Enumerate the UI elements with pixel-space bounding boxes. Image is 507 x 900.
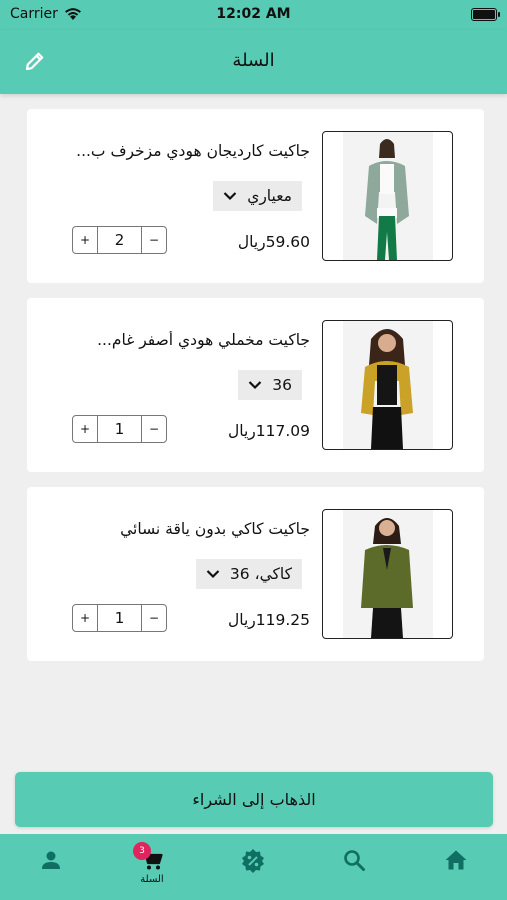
cart-item: جاكيت كارديجان هودي مزخرف ب... معياري 59…	[27, 109, 484, 283]
person-icon	[42, 851, 60, 869]
cart-item: جاكيت مخملي هودي أصفر غام... 36 117.09ري…	[27, 298, 484, 472]
quantity-stepper: + 2 −	[72, 226, 167, 254]
product-image[interactable]	[322, 131, 453, 261]
variant-selector[interactable]: معياري	[213, 181, 302, 211]
checkout-button[interactable]: الذهاب إلى الشراء	[15, 772, 493, 827]
status-bar: Carrier 12:02 AM	[0, 0, 507, 30]
tab-offers[interactable]	[233, 848, 273, 888]
increase-quantity-button[interactable]: +	[73, 605, 97, 631]
chevron-down-icon	[223, 191, 237, 201]
decrease-quantity-button[interactable]: −	[142, 605, 166, 631]
quantity-value: 2	[97, 227, 142, 253]
product-image[interactable]	[322, 320, 453, 450]
cart-item: جاكيت كاكي بدون ياقة نسائي كاكي، 36 119.…	[27, 487, 484, 661]
quantity-stepper: + 1 −	[72, 415, 167, 443]
product-photo	[342, 321, 433, 449]
decrease-quantity-button[interactable]: −	[142, 227, 166, 253]
product-photo	[342, 132, 433, 260]
cart-count-badge: 3	[133, 842, 151, 860]
product-price: 119.25ريال	[227, 611, 310, 629]
product-name[interactable]: جاكيت كاكي بدون ياقة نسائي	[50, 520, 310, 538]
decrease-quantity-button[interactable]: −	[142, 416, 166, 442]
discount-icon	[242, 849, 264, 873]
increase-quantity-button[interactable]: +	[73, 227, 97, 253]
status-time: 12:02 AM	[216, 6, 291, 22]
variant-label: معياري	[247, 187, 292, 205]
product-photo	[342, 510, 433, 638]
tab-search[interactable]	[334, 848, 374, 888]
search-icon	[344, 850, 365, 871]
tab-home[interactable]	[436, 848, 476, 888]
product-name[interactable]: جاكيت مخملي هودي أصفر غام...	[50, 331, 310, 349]
product-name[interactable]: جاكيت كارديجان هودي مزخرف ب...	[50, 142, 310, 160]
tab-bar: السلة 3	[0, 834, 507, 900]
tab-profile[interactable]	[31, 848, 71, 888]
variant-label: كاكي، 36	[229, 565, 292, 583]
product-price: 59.60ريال	[237, 233, 310, 251]
variant-selector[interactable]: كاكي، 36	[195, 559, 302, 589]
quantity-value: 1	[97, 416, 142, 442]
tab-cart-label: السلة	[140, 874, 164, 885]
home-icon	[445, 850, 467, 870]
product-image[interactable]	[322, 509, 453, 639]
variant-selector[interactable]: 36	[238, 370, 302, 400]
quantity-stepper: + 1 −	[72, 604, 167, 632]
battery-icon	[471, 8, 500, 21]
page-title: السلة	[232, 50, 275, 71]
increase-quantity-button[interactable]: +	[73, 416, 97, 442]
app-header: السلة	[0, 30, 507, 94]
product-price: 117.09ريال	[227, 422, 310, 440]
chevron-down-icon	[206, 569, 220, 579]
quantity-value: 1	[97, 605, 142, 631]
variant-label: 36	[272, 376, 292, 394]
chevron-down-icon	[248, 380, 262, 390]
